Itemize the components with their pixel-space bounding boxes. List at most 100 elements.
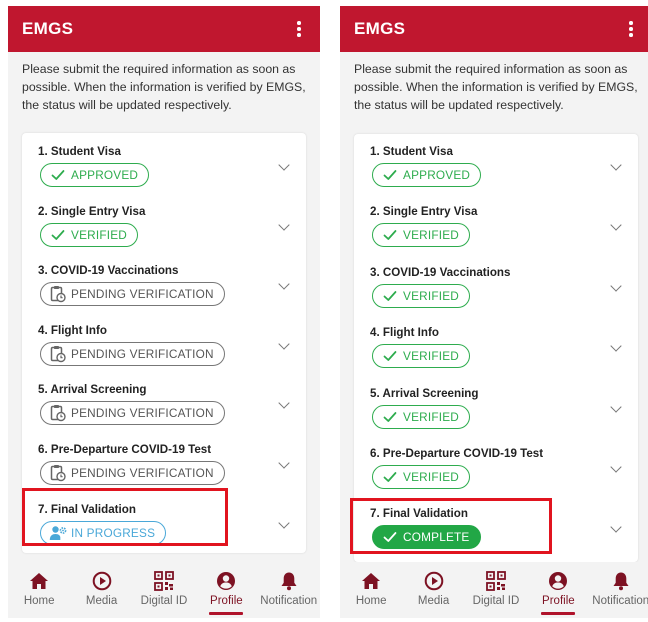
active-tab-indicator [541,612,576,615]
step-row[interactable]: 3. COVID-19 Vaccinations PENDING VERIFICA… [22,258,306,314]
step-title: 1. Student Visa [38,145,121,158]
chevron-down-icon[interactable] [610,219,622,232]
nav-item-digital-id[interactable]: Digital ID [134,570,194,607]
status-label: VERIFIED [403,288,460,303]
bottom-navigation: Home Media Digital ID Profile Notification [8,562,320,618]
step-title: 5. Arrival Screening [38,383,147,397]
step-title: 5. Arrival Screening [370,386,479,400]
nav-label: Digital ID [140,595,188,607]
nav-item-media[interactable]: Media [72,570,132,607]
play-circle-icon [92,570,112,592]
step-row[interactable]: 7. Final Validation IN PROGRESS [22,497,306,553]
nav-item-media[interactable]: Media [404,570,464,607]
status-badge: PENDING VERIFICATION [40,461,225,485]
check-icon [381,408,399,426]
status-badge: VERIFIED [372,465,471,489]
step-title: 2. Single Entry Visa [38,204,146,218]
status-badge: APPROVED [372,163,482,187]
step-row[interactable]: 7. Final Validation COMPLETE [354,501,638,557]
chevron-down-icon[interactable] [278,159,290,171]
active-tab-indicator [209,612,244,615]
step-title: 6. Pre-Departure COVID-19 Test [370,447,544,460]
chevron-down-icon[interactable] [278,338,290,350]
app-bar: EMGS [8,6,320,52]
step-title: 6. Pre-Departure COVID-19 Test [38,443,212,456]
status-badge: VERIFIED [372,344,471,369]
home-icon [29,570,49,592]
step-row[interactable]: 5. Arrival Screening VERIFIED [354,381,638,437]
step-row[interactable]: 4. Flight Info VERIFIED [354,320,638,376]
more-options-icon[interactable] [292,18,306,40]
bell-icon [612,570,630,592]
step-row[interactable]: 1. Student Visa APPROVED [22,139,306,195]
status-label: VERIFIED [403,470,460,484]
step-row[interactable]: 3. COVID-19 Vaccinations VERIFIED [354,260,638,316]
nav-item-profile[interactable]: Profile [528,570,588,615]
step-row[interactable]: 5. Arrival Screening PENDING VERIFICATION [22,377,306,433]
check-icon [49,226,67,244]
chevron-down-icon[interactable] [278,457,290,469]
home-icon [361,570,381,592]
status-badge: VERIFIED [372,404,471,429]
profile-icon [548,570,568,592]
chevron-down-icon[interactable] [610,340,622,352]
nav-label: Media [417,595,450,607]
chevron-down-icon[interactable] [610,159,622,171]
clipboard-clock-icon [49,464,67,482]
nav-item-home[interactable]: Home [9,570,69,607]
step-row[interactable]: 4. Flight Info PENDING VERIFICATION [22,318,306,374]
chevron-down-icon[interactable] [278,516,290,529]
step-title: 4. Flight Info [38,323,107,337]
chevron-down-icon[interactable] [610,521,622,534]
profile-icon [216,570,236,592]
app-title: EMGS [354,19,406,38]
play-circle-icon [424,570,444,592]
step-row[interactable]: 1. Student Visa APPROVED [354,139,638,195]
status-label: COMPLETE [403,530,470,545]
check-icon [381,528,399,546]
chevron-down-icon[interactable] [278,397,290,410]
qr-code-icon [154,570,174,592]
nav-label: Notification [592,595,648,607]
step-row[interactable]: 2. Single Entry Visa VERIFIED [22,199,306,255]
step-row[interactable]: 6. Pre-Departure COVID-19 Test VERIFIED [354,441,638,497]
check-icon [381,347,399,365]
chevron-down-icon[interactable] [278,218,290,231]
nav-item-notification[interactable]: Notification [259,570,319,607]
nav-item-notification[interactable]: Notification [591,570,648,607]
step-title: 2. Single Entry Visa [370,205,478,219]
check-icon [49,166,67,184]
status-label: APPROVED [71,168,139,182]
clipboard-clock-icon [49,345,67,363]
chevron-down-icon[interactable] [610,461,622,473]
user-gear-icon [49,524,67,542]
status-label: VERIFIED [403,349,460,364]
nav-item-home[interactable]: Home [341,570,401,607]
nav-item-digital-id[interactable]: Digital ID [466,570,526,607]
chevron-down-icon[interactable] [278,278,290,290]
bell-icon [280,570,298,592]
status-label: IN PROGRESS [71,525,156,540]
step-title: 3. COVID-19 Vaccinations [370,265,511,279]
status-badge: VERIFIED [372,223,471,248]
status-label: VERIFIED [71,227,128,242]
nav-item-profile[interactable]: Profile [196,570,256,615]
chevron-down-icon[interactable] [610,400,622,413]
step-title: 3. COVID-19 Vaccinations [38,264,179,278]
status-label: PENDING VERIFICATION [71,406,214,421]
check-icon [381,226,399,244]
more-options-icon[interactable] [624,18,638,40]
status-badge: COMPLETE [372,525,481,550]
app-bar: EMGS [340,6,648,52]
status-badge: PENDING VERIFICATION [40,341,225,366]
chevron-down-icon[interactable] [610,280,622,292]
step-row[interactable]: 2. Single Entry Visa VERIFIED [354,199,638,255]
step-row[interactable]: 6. Pre-Departure COVID-19 Test PENDING VE… [22,437,306,493]
nav-label: Profile [210,595,243,607]
status-label: VERIFIED [403,409,460,424]
status-label: VERIFIED [403,228,460,243]
clipboard-clock-icon [49,285,67,303]
nav-label: Digital ID [472,595,520,607]
nav-label: Media [85,595,118,607]
status-badge: VERIFIED [372,283,471,308]
